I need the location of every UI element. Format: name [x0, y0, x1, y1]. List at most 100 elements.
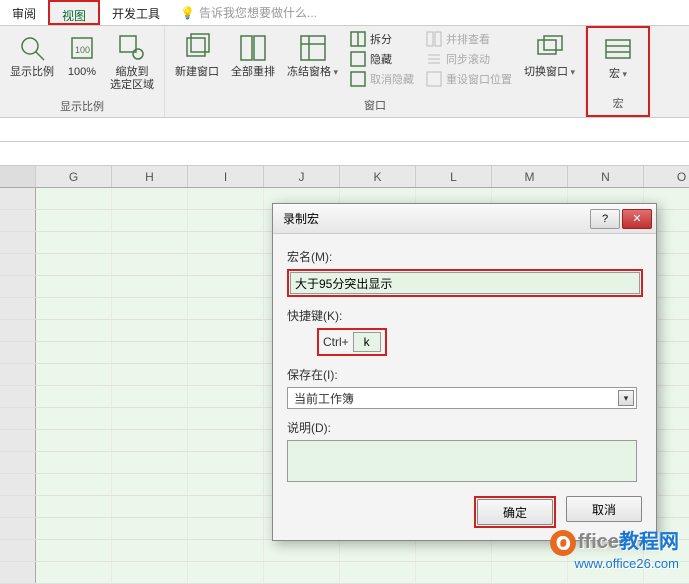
cell[interactable] — [112, 342, 188, 363]
cell[interactable] — [112, 276, 188, 297]
cell[interactable] — [112, 518, 188, 539]
arrange-all-button[interactable]: 全部重排 — [225, 28, 281, 83]
cell[interactable] — [188, 210, 264, 231]
split-button[interactable]: 拆分 — [348, 30, 416, 48]
cell[interactable] — [188, 276, 264, 297]
cell[interactable] — [188, 496, 264, 517]
col-header[interactable]: L — [416, 166, 492, 187]
row-header[interactable] — [0, 320, 36, 341]
row-header[interactable] — [0, 452, 36, 473]
row-header[interactable] — [0, 518, 36, 539]
cell[interactable] — [112, 364, 188, 385]
cell[interactable] — [36, 408, 112, 429]
switch-window-button[interactable]: 切换窗口 — [518, 28, 581, 83]
row-header[interactable] — [0, 540, 36, 561]
row-header[interactable] — [0, 232, 36, 253]
cell[interactable] — [36, 562, 112, 583]
cell[interactable] — [112, 452, 188, 473]
hide-button[interactable]: 隐藏 — [348, 50, 416, 68]
col-header[interactable]: G — [36, 166, 112, 187]
cell[interactable] — [188, 562, 264, 583]
row-header[interactable] — [0, 254, 36, 275]
select-all-corner[interactable] — [0, 166, 36, 187]
cell[interactable] — [112, 298, 188, 319]
cell[interactable] — [112, 540, 188, 561]
cell[interactable] — [36, 298, 112, 319]
tab-review[interactable]: 审阅 — [0, 0, 48, 25]
cell[interactable] — [188, 364, 264, 385]
cell[interactable] — [36, 254, 112, 275]
zoom-button[interactable]: 显示比例 — [4, 28, 60, 83]
row-header[interactable] — [0, 474, 36, 495]
cell[interactable] — [112, 232, 188, 253]
row-header[interactable] — [0, 276, 36, 297]
cell[interactable] — [36, 342, 112, 363]
cell[interactable] — [36, 232, 112, 253]
new-window-button[interactable]: 新建窗口 — [169, 28, 225, 83]
cell[interactable] — [112, 254, 188, 275]
cell[interactable] — [188, 320, 264, 341]
formula-bar[interactable] — [0, 118, 689, 142]
cancel-button[interactable]: 取消 — [566, 496, 642, 522]
cell[interactable] — [112, 386, 188, 407]
cell[interactable] — [36, 452, 112, 473]
cell[interactable] — [188, 474, 264, 495]
cell[interactable] — [36, 210, 112, 231]
cell[interactable] — [416, 540, 492, 561]
cell[interactable] — [36, 364, 112, 385]
row-header[interactable] — [0, 298, 36, 319]
zoom-selection-button[interactable]: 缩放到 选定区域 — [104, 28, 160, 96]
cell[interactable] — [112, 188, 188, 209]
cell[interactable] — [112, 430, 188, 451]
cell[interactable] — [112, 562, 188, 583]
col-header[interactable]: J — [264, 166, 340, 187]
tab-developer[interactable]: 开发工具 — [100, 0, 172, 25]
cell[interactable] — [36, 320, 112, 341]
col-header[interactable]: M — [492, 166, 568, 187]
col-header[interactable]: O — [644, 166, 689, 187]
cell[interactable] — [112, 210, 188, 231]
cell[interactable] — [188, 254, 264, 275]
freeze-panes-button[interactable]: 冻结窗格 — [281, 28, 344, 83]
row-header[interactable] — [0, 408, 36, 429]
row-header[interactable] — [0, 210, 36, 231]
cell[interactable] — [188, 188, 264, 209]
cell[interactable] — [188, 298, 264, 319]
row-header[interactable] — [0, 496, 36, 517]
cell[interactable] — [36, 474, 112, 495]
row-header[interactable] — [0, 364, 36, 385]
col-header[interactable]: H — [112, 166, 188, 187]
row-header[interactable] — [0, 342, 36, 363]
cell[interactable] — [36, 276, 112, 297]
dialog-titlebar[interactable]: 录制宏 ? ✕ — [273, 204, 656, 234]
cell[interactable] — [36, 188, 112, 209]
col-header[interactable]: N — [568, 166, 644, 187]
col-header[interactable]: K — [340, 166, 416, 187]
cell[interactable] — [188, 540, 264, 561]
cell[interactable] — [188, 386, 264, 407]
cell[interactable] — [112, 474, 188, 495]
col-header[interactable]: I — [188, 166, 264, 187]
cell[interactable] — [188, 232, 264, 253]
row-header[interactable] — [0, 386, 36, 407]
dialog-help-button[interactable]: ? — [590, 209, 620, 229]
cell[interactable] — [36, 430, 112, 451]
dialog-close-button[interactable]: ✕ — [622, 209, 652, 229]
cell[interactable] — [264, 540, 340, 561]
cell[interactable] — [36, 496, 112, 517]
cell[interactable] — [112, 496, 188, 517]
cell[interactable] — [188, 342, 264, 363]
row-header[interactable] — [0, 562, 36, 583]
cell[interactable] — [188, 452, 264, 473]
row-header[interactable] — [0, 430, 36, 451]
zoom-100-button[interactable]: 100 100% — [60, 28, 104, 83]
tell-me-search[interactable]: 💡 告诉我您想要做什么... — [172, 0, 325, 25]
cell[interactable] — [264, 562, 340, 583]
cell[interactable] — [112, 320, 188, 341]
row-header[interactable] — [0, 188, 36, 209]
shortcut-key-input[interactable] — [353, 332, 381, 352]
ok-button[interactable]: 确定 — [477, 499, 553, 525]
cell[interactable] — [36, 518, 112, 539]
cell[interactable] — [188, 518, 264, 539]
macro-name-input[interactable] — [290, 272, 640, 294]
